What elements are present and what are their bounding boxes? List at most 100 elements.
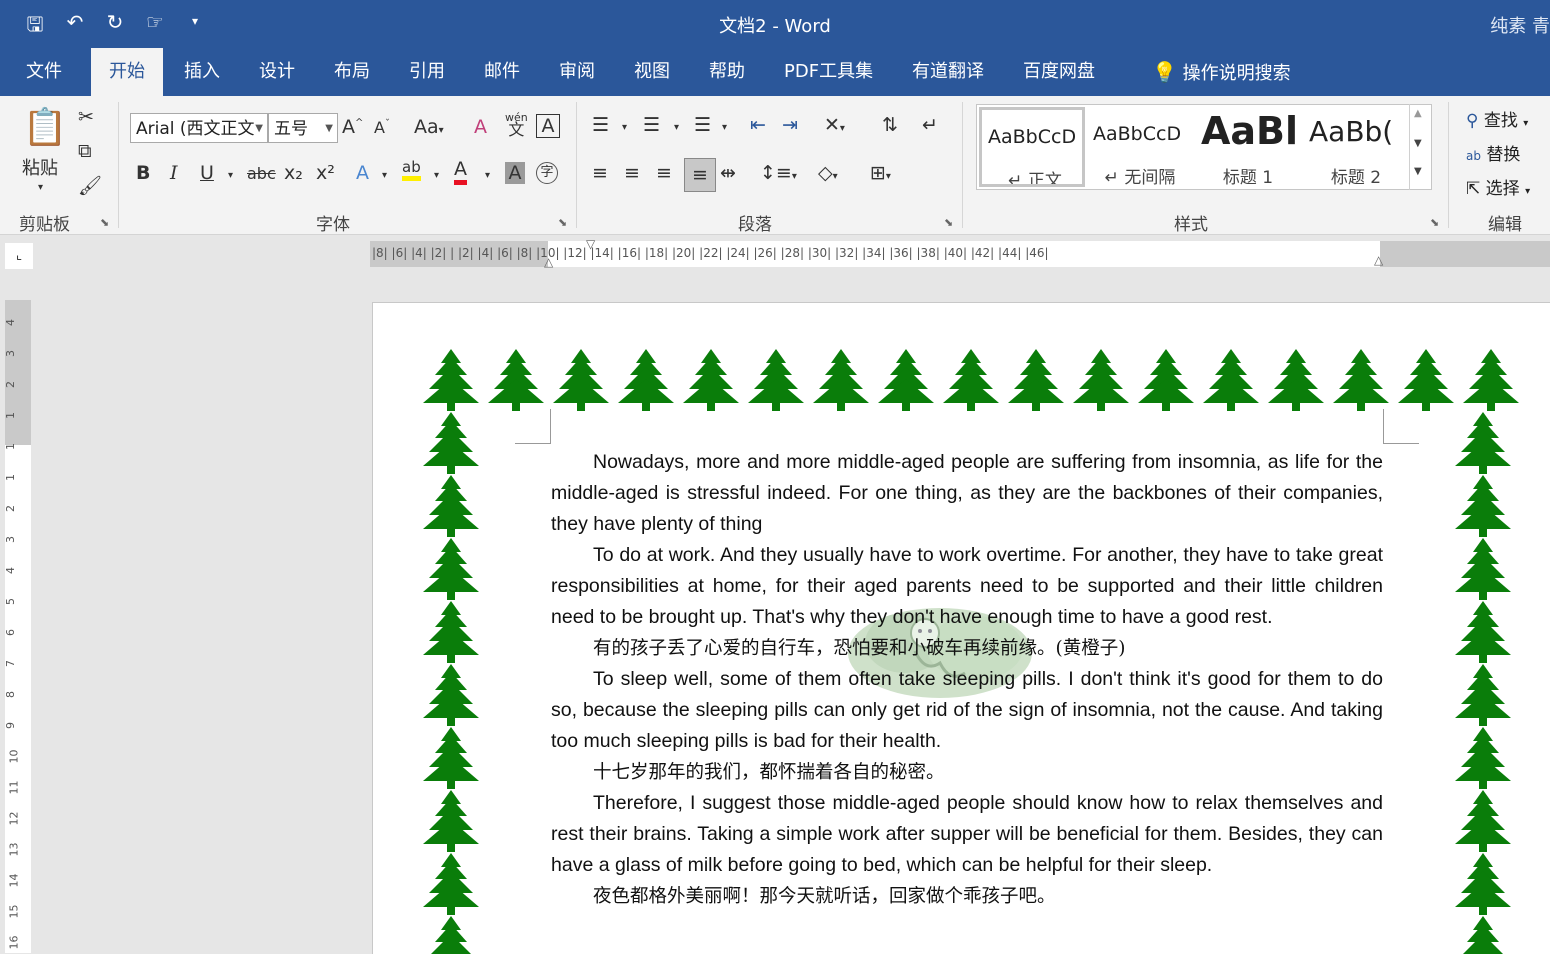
- align-left-icon[interactable]: ≡: [592, 162, 608, 184]
- tab-tell-me[interactable]: 💡 操作说明搜索: [1134, 48, 1309, 96]
- text-effects-dropdown-icon[interactable]: ▾: [382, 170, 387, 181]
- vertical-ruler[interactable]: 4 3 2 1 1 1 2 3 4 5 6 7 8 9 10 11 12 13 14 15 16: [4, 300, 31, 953]
- tab-youdao-translate[interactable]: 有道翻译: [894, 48, 1002, 96]
- paragraph-2[interactable]: To do at work. And they usually have to …: [551, 540, 1383, 633]
- tab-selector-icon[interactable]: ⌞: [5, 243, 33, 269]
- tab-layout[interactable]: 布局: [316, 48, 388, 96]
- gallery-up-icon[interactable]: ▲: [1414, 108, 1422, 119]
- tab-baidu-netdisk[interactable]: 百度网盘: [1005, 48, 1113, 96]
- justify-icon[interactable]: ≡: [684, 158, 716, 192]
- sort-icon[interactable]: ⇅: [882, 114, 898, 136]
- paragraph-3[interactable]: 有的孩子丢了心爱的自行车，恐怕要和小破车再续前缘。(黄橙子): [551, 633, 1383, 664]
- tab-references[interactable]: 引用: [391, 48, 463, 96]
- document-body[interactable]: Nowadays, more and more middle-aged peop…: [551, 447, 1383, 912]
- bullets-dropdown-icon[interactable]: ▾: [622, 122, 627, 133]
- ruler-label: 12: [7, 811, 21, 826]
- align-right-icon[interactable]: ≡: [656, 162, 672, 184]
- decrease-indent-icon[interactable]: ⇤: [750, 114, 766, 136]
- tab-review[interactable]: 审阅: [541, 48, 613, 96]
- italic-button[interactable]: I: [170, 162, 178, 184]
- paste-dropdown-icon[interactable]: ▾: [38, 182, 43, 193]
- numbering-icon[interactable]: ☰: [643, 114, 660, 136]
- tab-view[interactable]: 视图: [616, 48, 688, 96]
- right-indent-marker[interactable]: △: [1374, 253, 1383, 267]
- gallery-more-icon[interactable]: ▼: [1414, 166, 1422, 177]
- distributed-icon[interactable]: ⇹: [720, 162, 736, 184]
- format-painter-icon[interactable]: 🖌: [78, 174, 102, 197]
- tab-home[interactable]: 开始: [91, 48, 163, 96]
- superscript-button[interactable]: x²: [316, 162, 335, 184]
- find-button[interactable]: ⚲ 查找 ▾: [1466, 106, 1528, 131]
- gallery-down-icon[interactable]: ▼: [1414, 138, 1422, 149]
- bullets-icon[interactable]: ☰: [592, 114, 609, 136]
- clear-formatting-icon[interactable]: A: [474, 116, 487, 138]
- underline-button[interactable]: U: [200, 162, 214, 184]
- font-name-value: Arial (西文正文: [136, 119, 255, 139]
- style-heading-1[interactable]: AaBl 标题 1: [1195, 107, 1301, 187]
- tab-pdf-tools[interactable]: PDF工具集: [766, 48, 891, 96]
- cut-icon[interactable]: ✂: [78, 106, 94, 128]
- highlight-button[interactable]: ab: [402, 158, 421, 181]
- phonetic-guide-icon[interactable]: wén 文: [505, 112, 528, 138]
- tab-insert[interactable]: 插入: [166, 48, 238, 96]
- tree-border-icon: [1451, 412, 1515, 474]
- font-launcher-icon[interactable]: ⬊: [558, 216, 567, 229]
- text-effects-button[interactable]: A: [356, 162, 369, 184]
- subscript-button[interactable]: x₂: [284, 162, 303, 184]
- grow-font-icon[interactable]: A^: [342, 116, 363, 138]
- underline-dropdown-icon[interactable]: ▾: [228, 170, 233, 181]
- strikethrough-button[interactable]: abc: [247, 164, 276, 183]
- change-case-icon[interactable]: Aa▾: [414, 116, 444, 138]
- copy-icon[interactable]: ⧉: [78, 140, 92, 162]
- font-color-dropdown-icon[interactable]: ▾: [485, 170, 490, 181]
- shrink-font-icon[interactable]: Aˇ: [374, 118, 390, 137]
- multilevel-dropdown-icon[interactable]: ▾: [722, 122, 727, 133]
- ruler-labels: |8| |6| |4| |2| | |2| |4| |6| |8| |10| |…: [372, 246, 1049, 260]
- font-name-combo[interactable]: Arial (西文正文 ▼: [130, 113, 268, 143]
- paragraph-1[interactable]: Nowadays, more and more middle-aged peop…: [551, 447, 1383, 540]
- styles-launcher-icon[interactable]: ⬊: [1430, 216, 1439, 229]
- align-center-icon[interactable]: ≡: [624, 162, 640, 184]
- paragraph-5[interactable]: 十七岁那年的我们，都怀揣着各自的秘密。: [551, 757, 1383, 788]
- user-name[interactable]: 纯素 青: [1490, 12, 1550, 38]
- font-color-button[interactable]: A: [454, 158, 467, 185]
- style-normal[interactable]: AaBbCcD ↵ 正文: [979, 107, 1085, 187]
- style-heading-2[interactable]: AaBb( 标题 2: [1303, 107, 1409, 187]
- paste-icon[interactable]: 📋: [22, 106, 68, 154]
- show-formatting-icon[interactable]: ↵: [922, 114, 938, 136]
- tab-file[interactable]: 文件: [8, 48, 80, 96]
- tab-help[interactable]: 帮助: [691, 48, 763, 96]
- tab-mailings[interactable]: 邮件: [466, 48, 538, 96]
- bold-button[interactable]: B: [136, 162, 150, 184]
- paragraph-7[interactable]: 夜色都格外美丽啊！那今天就听话，回家做个乖孩子吧。: [551, 881, 1383, 912]
- tab-design[interactable]: 设计: [241, 48, 313, 96]
- font-size-combo[interactable]: 五号 ▼: [268, 113, 338, 143]
- tree-border-icon: [1394, 349, 1458, 411]
- style-preview: AaBb(: [1309, 115, 1394, 148]
- multilevel-list-icon[interactable]: ☰: [694, 114, 711, 136]
- document-page[interactable]: Nowadays, more and more middle-aged peop…: [372, 302, 1550, 954]
- character-shading-button[interactable]: A: [505, 162, 525, 184]
- first-line-indent-marker[interactable]: ▽: [586, 237, 595, 251]
- horizontal-ruler[interactable]: |8| |6| |4| |2| | |2| |4| |6| |8| |10| |…: [370, 237, 1550, 269]
- select-button[interactable]: ⇱ 选择 ▾: [1466, 174, 1530, 199]
- increase-indent-icon[interactable]: ⇥: [782, 114, 798, 136]
- borders-icon[interactable]: ⊞▾: [870, 162, 891, 184]
- character-border-icon[interactable]: A: [536, 114, 560, 138]
- hanging-indent-marker[interactable]: △: [544, 255, 553, 269]
- paragraph-4[interactable]: To sleep well, some of them often take s…: [551, 664, 1383, 757]
- clipboard-launcher-icon[interactable]: ⬊: [100, 216, 109, 229]
- find-label: 查找: [1483, 111, 1518, 131]
- paragraph-6[interactable]: Therefore, I suggest those middle-aged p…: [551, 788, 1383, 881]
- highlight-dropdown-icon[interactable]: ▾: [434, 170, 439, 181]
- style-no-spacing[interactable]: AaBbCcD ↵ 无间隔: [1087, 107, 1193, 187]
- replace-button[interactable]: ab 替换: [1466, 140, 1520, 165]
- numbering-dropdown-icon[interactable]: ▾: [674, 122, 679, 133]
- chinese-layout-icon[interactable]: ✕▾: [824, 114, 845, 136]
- enclose-characters-button[interactable]: 字: [536, 162, 558, 184]
- line-spacing-icon[interactable]: ↕≡▾: [760, 162, 797, 184]
- tree-border-icon: [419, 349, 483, 411]
- paste-button[interactable]: 粘贴: [22, 154, 58, 180]
- paragraph-launcher-icon[interactable]: ⬊: [944, 216, 953, 229]
- shading-icon[interactable]: ◇▾: [818, 162, 838, 184]
